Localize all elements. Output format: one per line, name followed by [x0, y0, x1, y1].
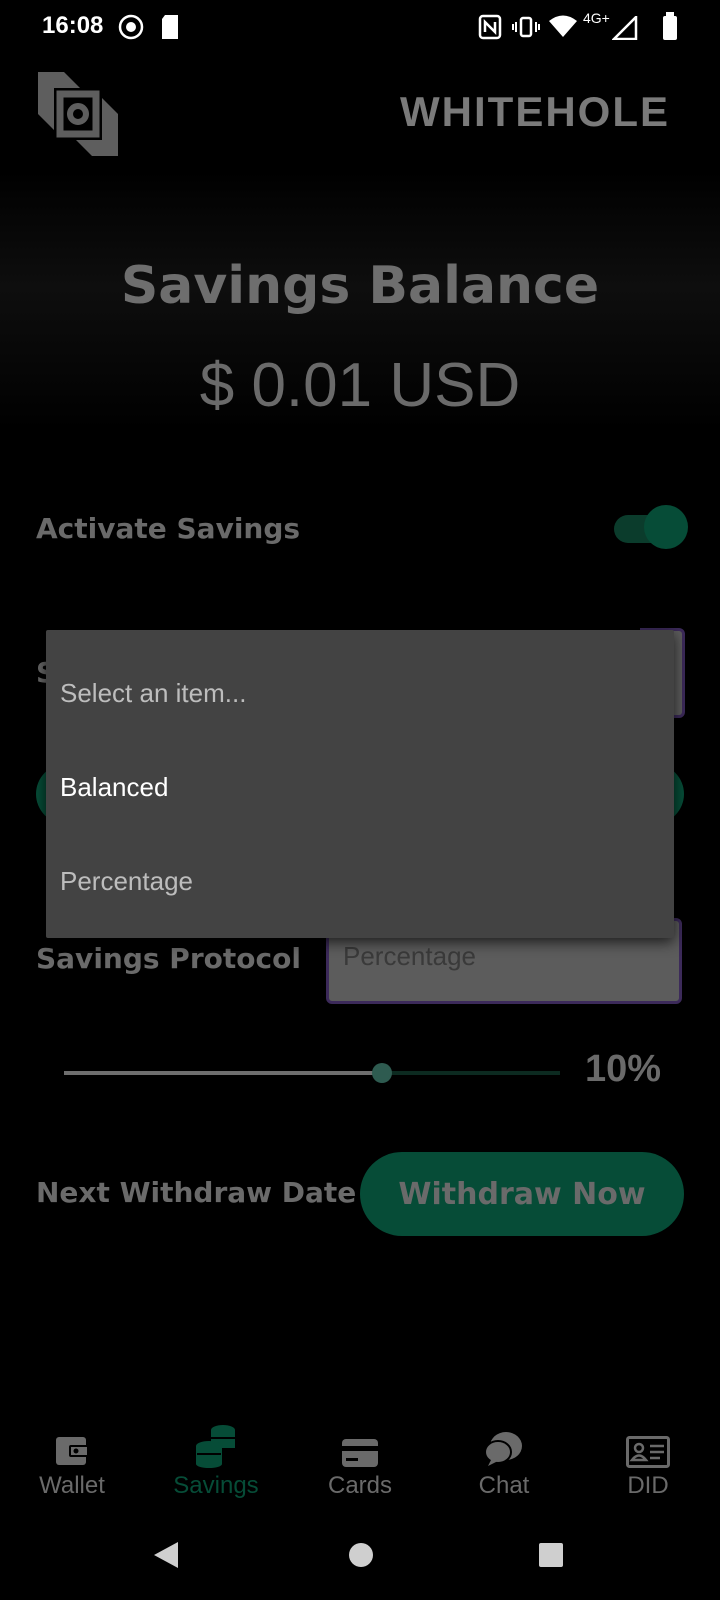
cell-signal-icon — [612, 16, 638, 40]
slider-thumb[interactable] — [372, 1063, 392, 1083]
savings-protocol-value: Percentage — [343, 941, 476, 971]
dropdown-placeholder[interactable]: Select an item... — [60, 678, 246, 709]
record-icon — [118, 14, 144, 40]
vibrate-icon — [512, 16, 540, 38]
nav-item-cards[interactable]: Cards — [288, 1422, 432, 1500]
balance-amount: $ 0.01 USD — [199, 351, 521, 420]
system-navigation-bar — [0, 1530, 720, 1580]
network-type: 4G+ — [583, 10, 610, 26]
status-time: 16:08 — [42, 12, 104, 39]
withdraw-now-button[interactable]: Withdraw Now — [360, 1152, 684, 1236]
dropdown-popup: Select an item... Balanced Percentage — [46, 630, 674, 938]
brand-title: WHITEHOLE — [400, 88, 670, 135]
wallet-icon — [56, 1437, 89, 1465]
nav-item-savings[interactable]: Savings — [144, 1422, 288, 1500]
next-withdraw-label: Next Withdraw Date — [36, 1176, 357, 1209]
nav-label-cards: Cards — [327, 1472, 393, 1499]
back-icon[interactable] — [152, 1540, 180, 1570]
whitehole-logo-icon — [38, 72, 118, 156]
nav-label-wallet: Wallet — [39, 1472, 105, 1499]
activate-savings-label: Activate Savings — [36, 512, 301, 545]
dropdown-option-percentage[interactable]: Percentage — [60, 866, 193, 897]
slider-track-empty — [382, 1071, 560, 1075]
nav-label-chat: Chat — [478, 1472, 530, 1499]
nav-item-chat[interactable]: Chat — [432, 1422, 576, 1500]
sd-card-icon — [162, 15, 178, 39]
card-icon — [342, 1439, 378, 1467]
nav-label-did: DID — [627, 1472, 669, 1499]
coins-icon — [196, 1425, 235, 1468]
id-card-icon — [626, 1436, 670, 1468]
savings-protocol-label: Savings Protocol — [36, 942, 301, 975]
nfc-icon — [478, 14, 502, 40]
slider-value: 10% — [585, 1048, 662, 1090]
nav-item-wallet[interactable]: Wallet — [0, 1422, 144, 1500]
dropdown-option-balanced[interactable]: Balanced — [60, 772, 168, 803]
nav-item-did[interactable]: DID — [576, 1422, 720, 1500]
balance-title: Savings Balance — [120, 256, 600, 316]
wifi-icon — [549, 15, 577, 37]
recents-icon[interactable] — [538, 1542, 564, 1568]
slider-track-filled — [64, 1071, 382, 1075]
status-bar: 16:08 4G+ — [0, 0, 720, 56]
toggle-thumb[interactable] — [644, 505, 688, 549]
battery-icon — [663, 12, 677, 40]
home-icon[interactable] — [348, 1542, 374, 1568]
chat-icon — [484, 1432, 522, 1466]
nav-label-savings: Savings — [173, 1472, 259, 1499]
